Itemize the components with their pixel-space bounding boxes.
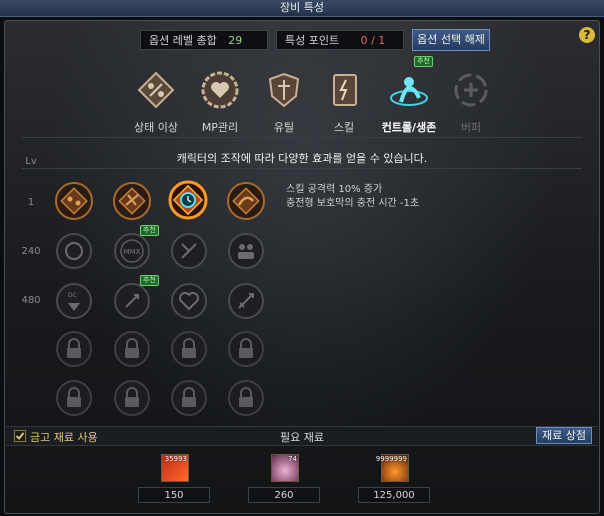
category-skill[interactable]: 스킬 bbox=[309, 68, 379, 135]
material-stock: 35993 bbox=[164, 455, 187, 463]
locked-slot bbox=[56, 380, 92, 416]
trait-skill-480-1[interactable]: DC bbox=[54, 281, 94, 321]
option-level-total: 옵션 레벨 총합 29 bbox=[140, 30, 268, 50]
buffer-icon bbox=[454, 73, 488, 107]
category-label: 컨트롤/생존 bbox=[381, 121, 437, 134]
category-label: 버퍼 bbox=[460, 121, 482, 134]
material-stock: 74 bbox=[288, 455, 297, 463]
trait-skill-240-3[interactable] bbox=[169, 231, 209, 271]
trait-skill-240-2[interactable]: MMX bbox=[112, 231, 152, 271]
level-row-1: 1 bbox=[27, 197, 35, 208]
selected-effect-text: 스킬 공격력 10% 증가 충전형 보호막의 충전 시간 -1초 bbox=[286, 183, 419, 211]
window-title: 장비 특성 bbox=[0, 0, 604, 17]
category-label: 스킬 bbox=[333, 121, 355, 134]
option-level-value: 29 bbox=[228, 34, 243, 47]
mmx-label: MMX bbox=[124, 248, 141, 256]
divider-top bbox=[22, 137, 582, 138]
category-status-effect[interactable]: 상태 이상 bbox=[121, 68, 191, 135]
recommended-badge: 추천 bbox=[140, 225, 159, 236]
level-header: Lv bbox=[25, 156, 37, 167]
recommended-badge: 추천 bbox=[140, 275, 159, 286]
material-required-amount: 125,000 bbox=[358, 487, 430, 503]
utility-shield-icon bbox=[268, 72, 300, 108]
red-crystal-icon: 35993 bbox=[161, 454, 189, 482]
status-effect-icon bbox=[137, 71, 175, 109]
locked-slot bbox=[228, 380, 264, 416]
locked-slot bbox=[114, 331, 150, 367]
category-label: MP관리 bbox=[201, 121, 239, 134]
trait-skill-480-2[interactable] bbox=[112, 281, 152, 321]
trait-skill-480-3[interactable] bbox=[169, 281, 209, 321]
locked-slot bbox=[228, 331, 264, 367]
materials-bar: 금고 재료 사용 필요 재료 bbox=[6, 426, 598, 446]
locked-slot bbox=[114, 380, 150, 416]
mp-management-icon bbox=[201, 71, 239, 109]
effect-line-1: 스킬 공격력 10% 증가 bbox=[286, 184, 383, 195]
material-shop-button[interactable]: 재료 상점 bbox=[536, 427, 592, 444]
trait-skill-1-3-selected[interactable] bbox=[168, 180, 208, 220]
help-icon[interactable]: ? bbox=[579, 27, 595, 43]
control-survival-icon bbox=[390, 77, 428, 106]
required-materials-label: 필요 재료 bbox=[280, 431, 324, 444]
trait-skill-240-1[interactable] bbox=[54, 231, 94, 271]
locked-slot bbox=[171, 331, 207, 367]
trait-skill-1-4[interactable] bbox=[226, 181, 266, 221]
material-stock: 9999999 bbox=[375, 455, 407, 463]
dc-label: DC bbox=[68, 292, 77, 299]
category-description: 캐릭터의 조작에 따라 다양한 효과를 얻을 수 있습니다. bbox=[176, 152, 428, 165]
clear-selection-button[interactable]: 옵션 선택 해제 bbox=[412, 29, 490, 51]
recommended-badge: 추천 bbox=[414, 56, 433, 67]
category-mp-management[interactable]: MP관리 bbox=[185, 68, 255, 135]
material-required-amount: 260 bbox=[248, 487, 320, 503]
effect-line-2: 충전형 보호막의 충전 시간 -1초 bbox=[286, 198, 420, 209]
category-control-survival[interactable]: 컨트롤/생존 bbox=[374, 68, 444, 135]
divider-desc bbox=[22, 168, 582, 169]
gold-coin-icon: 9999999 bbox=[376, 454, 409, 482]
locked-slot bbox=[171, 380, 207, 416]
material-required-amount: 150 bbox=[138, 487, 210, 503]
level-row-240: 240 bbox=[21, 246, 41, 257]
pink-orb-icon: 74 bbox=[271, 454, 299, 482]
trait-skill-1-1[interactable] bbox=[54, 181, 94, 221]
trait-points-value: 0 / 1 bbox=[360, 34, 386, 47]
trait-skill-1-2[interactable] bbox=[112, 181, 152, 221]
trait-skill-480-4[interactable] bbox=[226, 281, 266, 321]
skill-book-icon bbox=[333, 74, 357, 106]
trait-points-label: 특성 포인트 bbox=[285, 34, 340, 47]
option-level-label: 옵션 레벨 총합 bbox=[149, 34, 217, 47]
locked-slot bbox=[56, 331, 92, 367]
level-row-480: 480 bbox=[21, 295, 41, 306]
category-buffer[interactable]: 버퍼 bbox=[436, 68, 506, 135]
category-label: 상태 이상 bbox=[134, 121, 178, 134]
trait-points: 특성 포인트 0 / 1 bbox=[276, 30, 404, 50]
trait-skill-240-4[interactable] bbox=[226, 231, 266, 271]
